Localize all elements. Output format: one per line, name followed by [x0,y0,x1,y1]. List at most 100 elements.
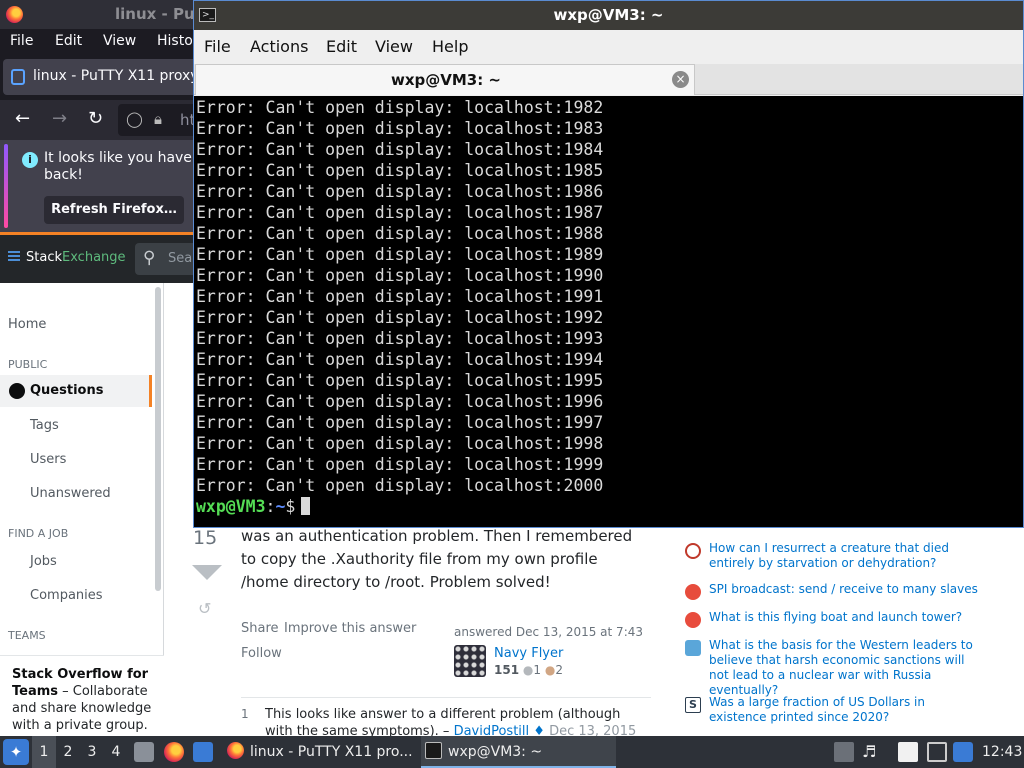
workspace-4[interactable]: 4 [104,736,128,768]
desktop: linux - Pu File Edit View Histo linux - … [0,0,1024,768]
firefox-menu-view[interactable]: View [103,33,136,49]
hot-question-link[interactable]: How can I resurrect a creature that died… [709,541,985,571]
network-icon[interactable] [927,742,947,762]
terminal-titlebar[interactable]: >_ wxp@VM3: ~ [194,1,1023,30]
task-terminal-label: wxp@VM3: ~ [448,744,543,760]
terminal-menu-edit[interactable]: Edit [326,37,357,56]
rpg-site-icon [685,543,701,559]
terminal-menu-help[interactable]: Help [432,37,468,56]
sidebar-section-find-job: FIND A JOB [8,527,69,540]
terminal-line: Error: Can't open display: localhost:199… [196,413,604,432]
superuser-favicon-icon [11,69,25,85]
clipboard-icon[interactable] [898,742,918,762]
clock[interactable]: 12:43 [982,736,1022,768]
user-name-link[interactable]: Navy Flyer [494,646,563,661]
workspace-1[interactable]: 1 [32,736,56,768]
notice-message: It looks like you haven back! [44,150,204,184]
improve-answer-link[interactable]: Improve this answer [284,621,416,636]
terminal-line: Error: Can't open display: localhost:199… [196,434,604,453]
task-terminal[interactable]: wxp@VM3: ~ [421,736,616,768]
padlock-icon[interactable]: 🔒︎ [154,110,162,128]
follow-link[interactable]: Follow [241,646,282,661]
terminal-menu-file[interactable]: File [204,37,231,56]
close-tab-icon[interactable]: × [672,71,689,88]
show-desktop-icon[interactable] [193,742,213,762]
forward-arrow-icon[interactable]: → [52,108,67,129]
terminal-line: Error: Can't open display: localhost:199… [196,392,604,411]
search-icon: ⚲ [143,248,156,268]
hot-question-link[interactable]: What is the basis for the Western leader… [709,638,985,698]
stackexchange-logo-icon [8,251,20,262]
terminal-line: Error: Can't open display: localhost:199… [196,329,604,348]
history-icon[interactable]: ↺ [198,599,211,618]
hot-question-link[interactable]: What is this flying boat and launch towe… [709,610,985,625]
answer-body: was an authentication problem. Then I re… [241,527,633,591]
terminal-line: Error: Can't open display: localhost:198… [196,245,604,264]
sidebar-item-companies[interactable]: Companies [30,588,103,603]
update-notifier-icon[interactable] [953,742,973,762]
task-firefox[interactable]: linux - PuTTY X11 pro... [223,736,415,768]
firefox-launcher-icon[interactable] [164,742,184,762]
terminal-line: Error: Can't open display: localhost:198… [196,119,604,138]
aviation-site-icon [685,612,701,628]
terminal-output[interactable]: Error: Can't open display: localhost:198… [194,96,1023,527]
volume-icon[interactable]: ♬ [862,742,882,762]
terminal-line: Error: Can't open display: localhost:198… [196,140,604,159]
terminal-tab[interactable]: wxp@VM3: ~ × [195,64,695,95]
reload-icon[interactable]: ↻ [88,108,103,129]
comment-vote-count: 1 [241,707,249,721]
logo-text-a: Stack [26,250,62,265]
bronze-badge-icon: ● [544,663,556,677]
terminal-menu-view[interactable]: View [375,37,413,56]
economics-site-icon: S [685,697,701,713]
terminal-icon [425,742,442,759]
sidebar-item-jobs[interactable]: Jobs [30,554,57,569]
firefox-logo-icon [6,6,23,23]
teams-promo: Stack Overflow for Teams – Collaborate a… [0,655,164,736]
tracking-shield-icon[interactable]: ◯ [126,110,143,128]
refresh-firefox-button[interactable]: Refresh Firefox… [44,196,184,224]
start-menu-icon[interactable]: ✦ [3,739,29,765]
notice-message-end: back! [44,167,83,183]
file-manager-icon[interactable] [134,742,154,762]
firefox-tab-label: linux - PuTTY X11 proxy: [33,68,203,84]
hot-question-link[interactable]: Was a large fraction of US Dollars in ex… [709,695,985,725]
terminal-line: Error: Can't open display: localhost:199… [196,287,604,306]
sidebar-item-home[interactable]: Home [8,317,46,332]
firefox-menu-history[interactable]: Histo [157,33,193,49]
stackexchange-logo[interactable]: StackExchange [8,250,126,265]
terminal-line: Error: Can't open display: localhost:199… [196,371,604,390]
terminal-line: Error: Can't open display: localhost:198… [196,203,604,222]
downvote-arrow-icon[interactable] [192,565,222,580]
sidebar-item-questions[interactable]: Questions [0,375,152,407]
prompt-separator: : [265,497,276,516]
teams-promo-text: Stack Overflow for Teams – Collaborate a… [12,666,152,734]
answer-vote-count: 15 [193,527,218,549]
terminal-line: Error: Can't open display: localhost:198… [196,224,604,243]
sidebar-item-users[interactable]: Users [30,452,66,467]
prompt-user-host: wxp@VM3 [196,497,266,516]
workspace-2[interactable]: 2 [56,736,80,768]
firefox-menu-file[interactable]: File [10,33,33,49]
terminal-line: Error: Can't open display: localhost:198… [196,182,604,201]
sidebar-item-unanswered[interactable]: Unanswered [30,486,111,501]
text-cursor [301,497,311,515]
avatar[interactable] [454,645,486,677]
sidebar-item-tags[interactable]: Tags [30,418,59,433]
refresh-firefox-notice: i It looks like you haven back! Refresh … [0,140,201,232]
back-arrow-icon[interactable]: ← [15,108,30,129]
terminal-line: Error: Can't open display: localhost:199… [196,350,604,369]
eject-icon[interactable] [834,742,854,762]
user-reputation: 151 ●1 ●2 [494,663,563,677]
workspace-3[interactable]: 3 [80,736,104,768]
bronze-badge-count: 2 [555,663,563,677]
hot-question-link[interactable]: SPI broadcast: send / receive to many sl… [709,582,985,597]
terminal-menu-actions[interactable]: Actions [250,37,308,56]
prompt-path: ~ [275,497,286,516]
firefox-menu-edit[interactable]: Edit [55,33,82,49]
terminal-line: Error: Can't open display: localhost:199… [196,308,604,327]
share-link[interactable]: Share [241,621,279,636]
logo-text-b: Exchange [62,250,126,265]
sidebar-scrollbar[interactable] [155,287,161,591]
electronics-site-icon [685,584,701,600]
